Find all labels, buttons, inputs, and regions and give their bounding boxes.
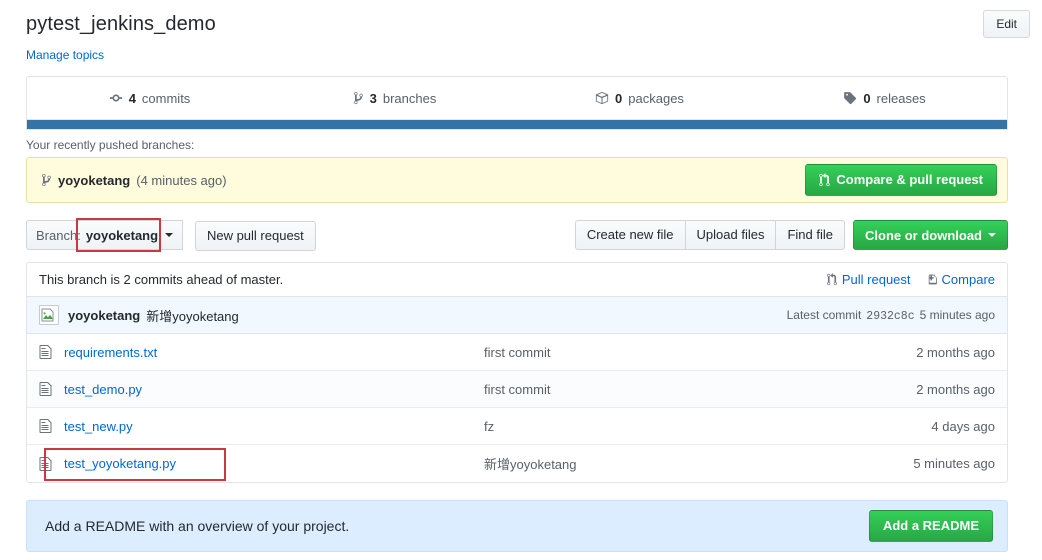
file-name-link[interactable]: requirements.txt (64, 345, 484, 360)
file-name-link[interactable]: test_yoyoketang.py (64, 456, 484, 471)
pull-request-link-label: Pull request (841, 272, 911, 287)
file-icon (39, 344, 55, 360)
branch-status-links: Pull request Compare (827, 272, 995, 287)
add-readme-button[interactable]: Add a README (868, 510, 993, 542)
language-segment-python[interactable] (27, 120, 1007, 129)
compare-link-label: Compare (941, 272, 995, 287)
pushed-branch-name[interactable]: yoyoketang (58, 173, 130, 188)
compare-icon (927, 273, 937, 286)
branch-selector-value: yoyoketang (85, 227, 159, 243)
readme-banner: Add a README with an overview of your pr… (26, 500, 1008, 552)
commit-icon (109, 91, 123, 105)
edit-button[interactable]: Edit (983, 10, 1030, 38)
file-age: 5 minutes ago (913, 456, 995, 471)
branch-icon (353, 91, 364, 105)
clone-or-download-button[interactable]: Clone or download (853, 220, 1008, 250)
pull-request-icon (819, 173, 831, 187)
latest-commit-prefix: Latest commit (786, 307, 862, 322)
file-age: 2 months ago (916, 344, 995, 360)
compare-pull-request-label: Compare & pull request (836, 172, 983, 187)
file-icon (39, 381, 55, 397)
file-icon (39, 456, 55, 472)
latest-commit-meta: Latest commit 2932c8c 5 minutes ago (787, 308, 995, 323)
stat-packages[interactable]: 0 packages (517, 77, 762, 119)
pull-request-icon (827, 273, 837, 286)
compare-link[interactable]: Compare (927, 272, 995, 287)
repository-toolbar: Branch: yoyoketang New pull request Crea… (26, 220, 1008, 251)
repository-stats: 4 commits 3 branches 0 packages 0 releas… (26, 76, 1008, 130)
stat-commits[interactable]: 4 commits (27, 77, 272, 119)
readme-banner-text: Add a README with an overview of your pr… (45, 518, 350, 534)
table-row[interactable]: test_demo.py first commit 2 months ago (27, 371, 1007, 408)
stat-branches[interactable]: 3 branches (272, 77, 517, 119)
chevron-down-icon (165, 233, 174, 237)
clone-or-download-label: Clone or download (865, 227, 982, 243)
upload-files-button[interactable]: Upload files (685, 220, 777, 250)
stat-branches-label: branches (382, 90, 437, 106)
manage-topics-link[interactable]: Manage topics (26, 48, 104, 62)
file-actions-group: Create new file Upload files Find file C… (574, 220, 1008, 250)
latest-commit-message[interactable]: 新增yoyoketang (146, 306, 239, 325)
find-file-button[interactable]: Find file (776, 220, 845, 250)
file-commit-message[interactable]: 新增yoyoketang (484, 454, 913, 473)
file-name-link[interactable]: test_new.py (64, 419, 484, 434)
branch-status-row: This branch is 2 commits ahead of master… (27, 263, 1007, 297)
branch-icon (41, 173, 52, 187)
new-pull-request-button[interactable]: New pull request (194, 220, 316, 251)
branch-selector-label: Branch: (36, 227, 81, 243)
stat-packages-count: 0 (615, 90, 623, 106)
tag-icon (843, 91, 857, 105)
file-table: This branch is 2 commits ahead of master… (26, 262, 1008, 483)
stat-commits-label: commits (141, 90, 191, 106)
file-commit-message[interactable]: first commit (484, 382, 916, 397)
stat-releases-label: releases (876, 90, 926, 106)
repository-page: pytest_jenkins_demo Manage topics Edit 4… (0, 0, 1042, 560)
table-row[interactable]: test_new.py fz 4 days ago (27, 408, 1007, 445)
latest-commit-time: 5 minutes ago (919, 307, 995, 322)
stat-packages-label: packages (628, 90, 684, 106)
file-age: 4 days ago (931, 418, 995, 434)
repository-header: pytest_jenkins_demo Manage topics (0, 0, 1042, 62)
avatar (39, 305, 59, 325)
stat-branches-count: 3 (369, 90, 377, 106)
pushed-branch-time: (4 minutes ago) (136, 172, 227, 188)
stat-commits-count: 4 (128, 90, 136, 106)
page-title: pytest_jenkins_demo (26, 13, 216, 35)
recently-pushed-label: Your recently pushed branches: (26, 138, 195, 152)
file-commit-message[interactable]: first commit (484, 345, 916, 360)
file-commit-message[interactable]: fz (484, 419, 931, 434)
compare-pull-request-button[interactable]: Compare & pull request (805, 164, 997, 196)
branch-status-text: This branch is 2 commits ahead of master… (39, 272, 284, 287)
file-name-link[interactable]: test_demo.py (64, 382, 484, 397)
language-bar (26, 120, 1008, 130)
table-row[interactable]: requirements.txt first commit 2 months a… (27, 334, 1007, 371)
file-age: 2 months ago (916, 381, 995, 397)
stat-releases-count: 0 (863, 90, 871, 106)
package-icon (595, 91, 609, 105)
table-row[interactable]: test_yoyoketang.py 新增yoyoketang 5 minute… (27, 445, 1007, 482)
file-icon (39, 418, 55, 434)
latest-commit-author[interactable]: yoyoketang (68, 308, 140, 323)
latest-commit-row: yoyoketang 新增yoyoketang Latest commit 29… (27, 297, 1007, 334)
latest-commit-sha[interactable]: 2932c8c (866, 310, 914, 323)
recently-pushed-banner: yoyoketang (4 minutes ago) Compare & pul… (26, 157, 1008, 203)
pushed-branch-info: yoyoketang (4 minutes ago) (41, 173, 227, 188)
branch-selector[interactable]: Branch: yoyoketang (26, 220, 184, 250)
chevron-down-icon (988, 233, 996, 237)
stat-releases[interactable]: 0 releases (762, 77, 1007, 119)
create-new-file-button[interactable]: Create new file (574, 220, 686, 250)
pull-request-link[interactable]: Pull request (827, 272, 911, 287)
stats-bar: 4 commits 3 branches 0 packages 0 releas… (26, 76, 1008, 120)
